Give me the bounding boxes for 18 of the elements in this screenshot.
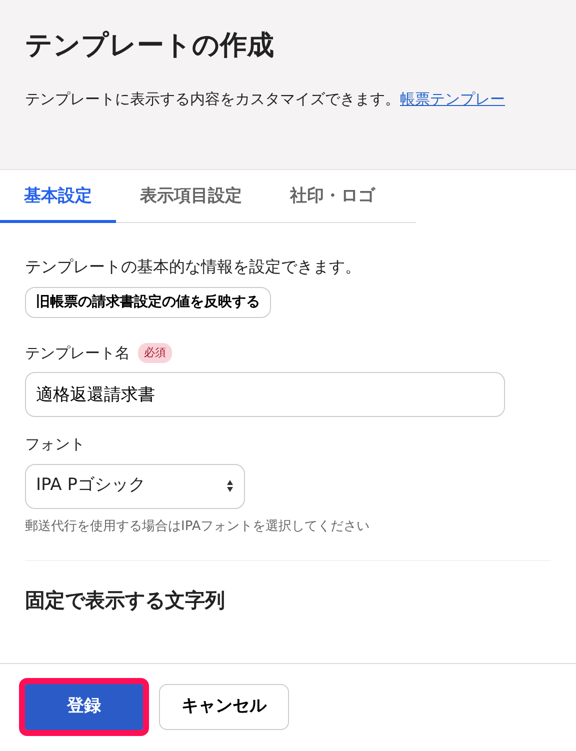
description-text: テンプレートに表示する内容をカスタマイズできます。帳票テンプレー [25,89,506,110]
sort-icon [226,479,234,493]
tab[interactable]: 基本設定 [0,170,116,222]
register-button[interactable]: 登録 [25,684,143,730]
help-link[interactable]: 帳票テンプレー [400,90,505,108]
input-field[interactable]: 適格返還請求書 [25,372,505,417]
tab[interactable]: 社印・ロゴ [266,170,399,222]
section-title: 固定で表示する文字列 [25,587,226,614]
tab[interactable]: 表示項目設定 [116,170,266,222]
field-label: テンプレート名 [25,342,130,364]
help-text: 郵送代行を使用する場合はIPAフォントを選択してください [25,518,371,536]
page-title: テンプレートの作成 [25,30,275,62]
cancel-button[interactable]: キャンセル [159,684,289,730]
font-select[interactable]: IPA Pゴシック [25,464,245,508]
intro-text: テンプレートの基本的な情報を設定できます。 [25,256,362,278]
field-label: フォント [25,434,86,455]
apply-button[interactable]: 旧帳票の請求書設定の値を反映する [25,286,271,318]
required-tag: 必須 [138,342,172,363]
